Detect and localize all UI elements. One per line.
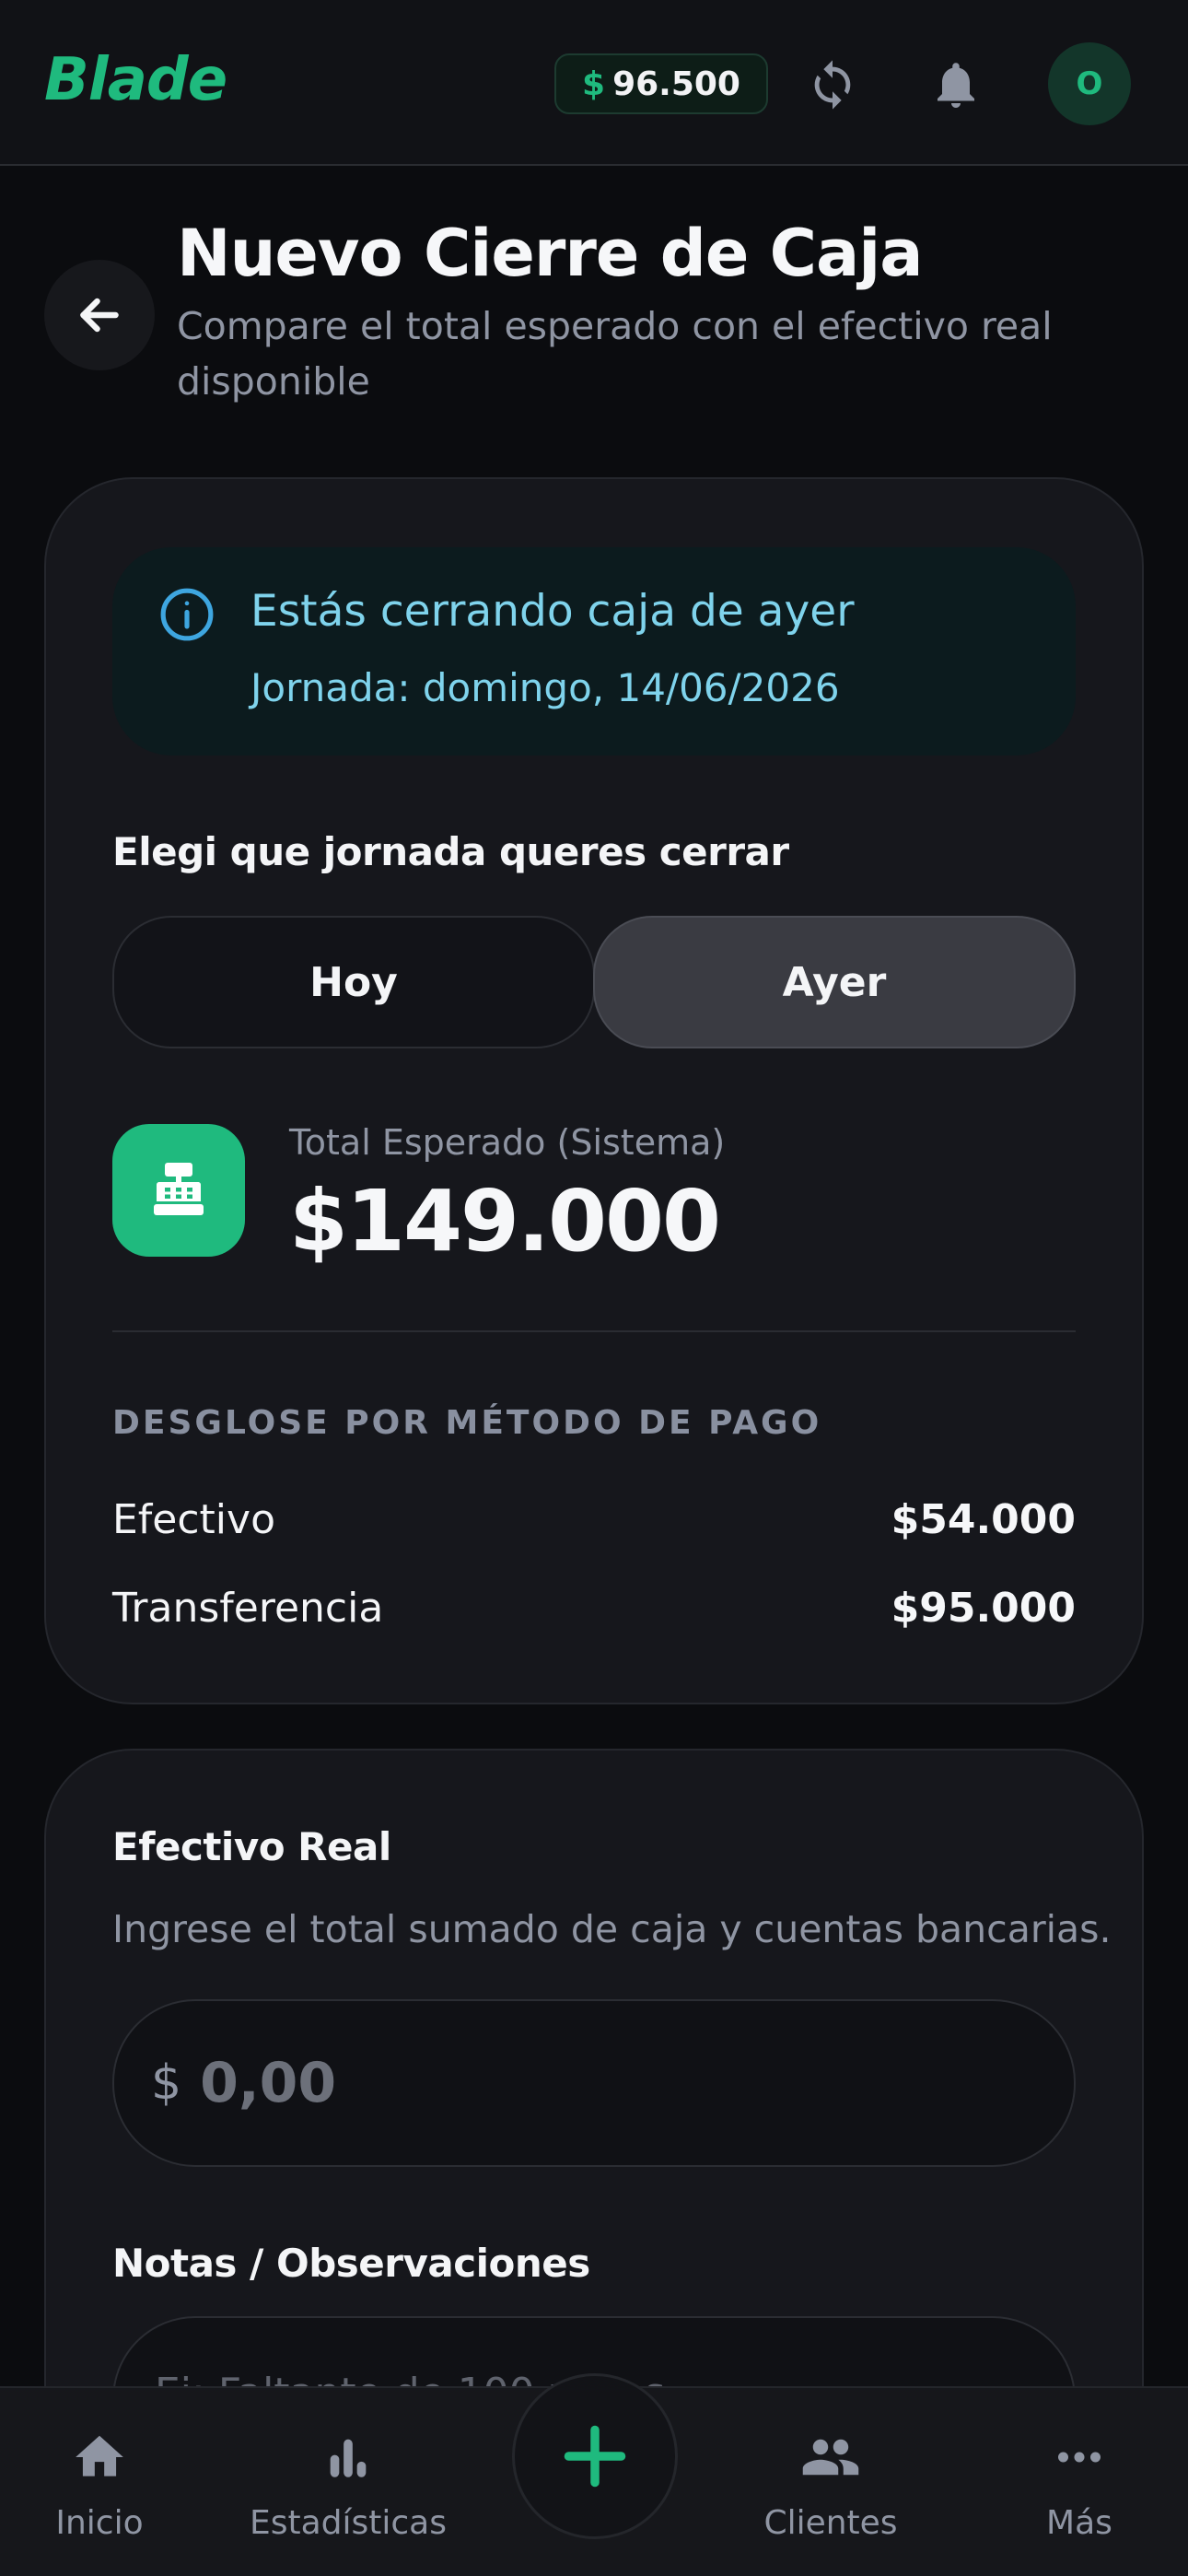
sync-button[interactable] bbox=[796, 48, 869, 122]
plus-icon bbox=[564, 2425, 626, 2488]
home-icon bbox=[67, 2425, 132, 2489]
more-icon bbox=[1047, 2425, 1112, 2489]
cash-register-icon bbox=[154, 1163, 204, 1215]
add-button[interactable] bbox=[512, 2373, 678, 2539]
breakdown-row-label: Efectivo bbox=[112, 1496, 275, 1543]
nav-label: Clientes bbox=[763, 2504, 898, 2542]
arrow-left-icon bbox=[80, 298, 119, 333]
day-selector-label: Elegi que jornada queres cerrar bbox=[112, 829, 789, 874]
breakdown-row-value: $54.000 bbox=[891, 1496, 1076, 1543]
brand-logo[interactable]: Blade bbox=[44, 46, 227, 114]
divider bbox=[112, 1330, 1076, 1332]
info-icon bbox=[160, 588, 214, 641]
nav-item-clientes[interactable]: Clientes bbox=[720, 2425, 941, 2554]
page-subtitle: Compare el total esperado con el efectiv… bbox=[177, 304, 1053, 404]
back-button[interactable] bbox=[44, 260, 155, 370]
nav-item-inicio[interactable]: Inicio bbox=[0, 2425, 210, 2554]
breakdown-title: DESGLOSE POR MÉTODO DE PAGO bbox=[112, 1404, 822, 1442]
app-screen: Blade $ 96.500 O Nuevo Cierre de Caja Co… bbox=[0, 0, 1188, 2576]
page-title: Nuevo Cierre de Caja bbox=[177, 216, 924, 291]
nav-item-mas[interactable]: Más bbox=[969, 2425, 1188, 2554]
nav-label: Más bbox=[1046, 2504, 1112, 2542]
expected-total-value: $149.000 bbox=[289, 1172, 721, 1270]
cash-register-tile bbox=[112, 1124, 245, 1257]
real-cash-input[interactable] bbox=[200, 2051, 993, 2115]
info-title: Estás cerrando caja de ayer bbox=[250, 586, 855, 637]
bell-icon bbox=[938, 63, 974, 108]
currency-symbol: $ bbox=[151, 2055, 182, 2111]
avatar[interactable]: O bbox=[1048, 42, 1131, 125]
breakdown-row-label: Transferencia bbox=[112, 1585, 384, 1632]
info-date: Jornada: domingo, 14/06/2026 bbox=[250, 665, 840, 710]
real-cash-field[interactable]: $ bbox=[112, 1999, 1076, 2167]
bar-chart-icon bbox=[316, 2425, 380, 2489]
sync-icon bbox=[814, 60, 851, 110]
balance-currency: $ bbox=[582, 64, 606, 103]
nav-item-estadisticas[interactable]: Estadísticas bbox=[238, 2425, 459, 2554]
expected-total-label: Total Esperado (Sistema) bbox=[289, 1122, 726, 1163]
balance-badge[interactable]: $ 96.500 bbox=[554, 53, 768, 114]
day-option-ayer[interactable]: Ayer bbox=[593, 916, 1076, 1048]
nav-label: Inicio bbox=[55, 2504, 144, 2542]
breakdown-row-value: $95.000 bbox=[891, 1585, 1076, 1632]
top-bar: Blade $ 96.500 O bbox=[0, 0, 1188, 166]
notifications-button[interactable] bbox=[919, 48, 993, 122]
real-cash-hint: Ingrese el total sumado de caja y cuenta… bbox=[112, 1907, 1112, 1951]
real-cash-label: Efectivo Real bbox=[112, 1824, 391, 1869]
balance-amount: 96.500 bbox=[612, 64, 740, 103]
notes-label: Notas / Observaciones bbox=[112, 2241, 590, 2286]
day-option-hoy[interactable]: Hoy bbox=[112, 916, 595, 1048]
info-banner bbox=[112, 547, 1076, 755]
users-icon bbox=[798, 2425, 863, 2489]
nav-label: Estadísticas bbox=[249, 2504, 447, 2542]
